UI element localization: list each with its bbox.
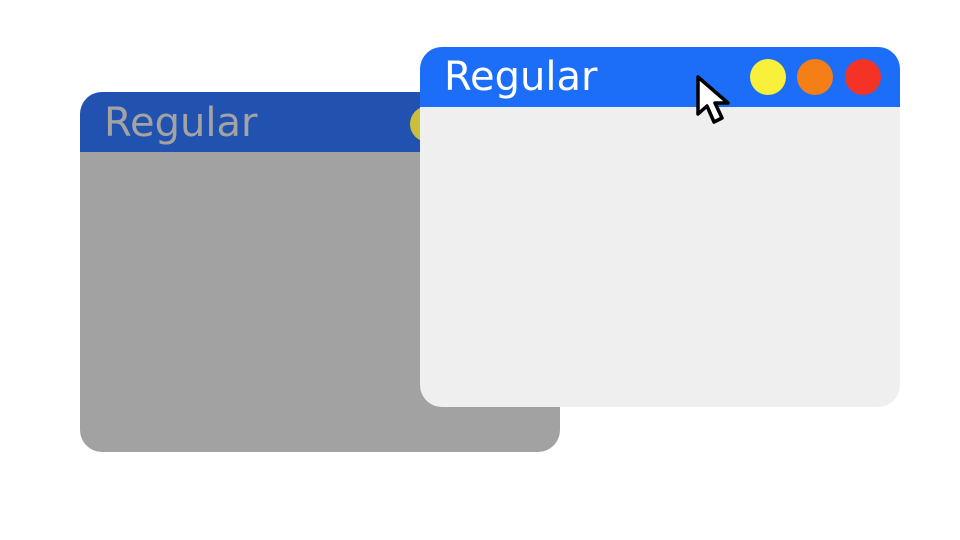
- active-window-titlebar[interactable]: Regular: [420, 47, 900, 107]
- mouse-pointer-icon: [696, 75, 730, 124]
- red-control-dot-icon[interactable]: [845, 59, 881, 95]
- active-window-title: Regular: [444, 54, 598, 100]
- yellow-control-dot-icon[interactable]: [750, 59, 786, 95]
- orange-control-dot-icon[interactable]: [797, 59, 833, 95]
- active-window[interactable]: Regular: [420, 47, 900, 407]
- active-window-body: [420, 107, 900, 407]
- inactive-window-title: Regular: [104, 100, 258, 146]
